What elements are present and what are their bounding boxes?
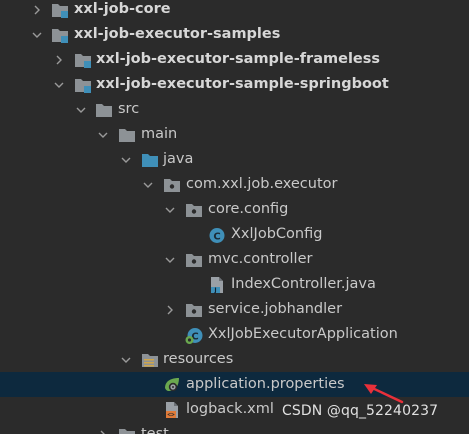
chevron-down-icon[interactable]: [119, 347, 133, 372]
module-folder-icon: [50, 0, 70, 20]
class-icon: C: [207, 225, 227, 245]
folder-icon: [94, 100, 114, 120]
tree-item-sample-frameless[interactable]: xxl-job-executor-sample-frameless: [0, 47, 469, 72]
module-folder-icon: [73, 75, 93, 95]
chevron-right-icon[interactable]: [52, 47, 66, 72]
module-folder-icon: [73, 50, 93, 70]
tree-item-main[interactable]: main: [0, 122, 469, 147]
chevron-down-icon[interactable]: [74, 97, 88, 122]
tree-item-label: java: [163, 151, 194, 167]
package-icon: [184, 300, 204, 320]
chevron-down-icon[interactable]: [119, 147, 133, 172]
tree-item-xxl-job-executor-samples[interactable]: xxl-job-executor-samples: [0, 22, 469, 47]
tree-item-label: service.jobhandler: [208, 301, 343, 317]
tree-item-label: xxl-job-executor-sample-frameless: [96, 51, 381, 67]
chevron-down-icon[interactable]: [163, 247, 177, 272]
package-icon: [184, 250, 204, 270]
tree-item-label: XxlJobExecutorApplication: [208, 326, 398, 342]
chevron-down-icon[interactable]: [52, 72, 66, 97]
module-folder-icon: [50, 25, 70, 45]
tree-item-xxljobexecutorapplication[interactable]: C XxlJobExecutorApplication: [0, 322, 469, 347]
folder-icon: [117, 125, 137, 145]
svg-text:C: C: [213, 232, 220, 243]
chevron-down-icon[interactable]: [141, 172, 155, 197]
tree-item-package-core-config[interactable]: core.config: [0, 197, 469, 222]
watermark: CSDN @qq_52240237: [282, 403, 439, 419]
tree-item-resources[interactable]: resources: [0, 347, 469, 372]
package-icon: [184, 200, 204, 220]
tree-item-label: xxl-job-executor-samples: [74, 26, 281, 42]
source-folder-icon: [140, 150, 160, 170]
tree-item-package-executor[interactable]: com.xxl.job.executor: [0, 172, 469, 197]
tree-item-label: core.config: [208, 201, 289, 217]
tree-item-package-service-jobhandler[interactable]: service.jobhandler: [0, 297, 469, 322]
svg-text:J: J: [213, 287, 216, 294]
spring-boot-class-icon: C: [184, 325, 204, 345]
chevron-down-icon[interactable]: [30, 22, 44, 47]
tree-item-package-mvc-controller[interactable]: mvc.controller: [0, 247, 469, 272]
tree-item-label: src: [118, 101, 140, 117]
tree-item-label: test: [141, 426, 169, 434]
tree-item-xxl-job-core[interactable]: xxl-job-core: [0, 0, 469, 22]
tree-item-label: xxl-job-core: [74, 1, 171, 17]
chevron-right-icon[interactable]: [30, 0, 44, 22]
tree-item-java[interactable]: java: [0, 147, 469, 172]
chevron-right-icon[interactable]: [163, 297, 177, 322]
project-tree: xxl-job-core xxl-job-executor-samples xx…: [0, 0, 469, 434]
chevron-down-icon[interactable]: [163, 197, 177, 222]
tree-item-label: resources: [163, 351, 234, 367]
tree-item-xxljobconfig[interactable]: C XxlJobConfig: [0, 222, 469, 247]
resources-folder-icon: [140, 350, 160, 370]
tree-item-label: XxlJobConfig: [231, 226, 323, 242]
spring-properties-icon: [162, 375, 182, 395]
xml-file-icon: <>: [162, 400, 182, 420]
java-file-icon: J: [207, 275, 227, 295]
tree-item-label: xxl-job-executor-sample-springboot: [96, 76, 389, 92]
chevron-right-icon[interactable]: [96, 422, 110, 434]
folder-icon: [117, 425, 137, 434]
svg-text:<>: <>: [167, 412, 175, 419]
tree-item-label: application.properties: [186, 376, 345, 392]
tree-item-label: IndexController.java: [231, 276, 376, 292]
tree-item-test[interactable]: test: [0, 422, 469, 434]
tree-item-src[interactable]: src: [0, 97, 469, 122]
tree-item-indexcontroller[interactable]: J IndexController.java: [0, 272, 469, 297]
tree-item-label: com.xxl.job.executor: [186, 176, 338, 192]
chevron-down-icon[interactable]: [96, 122, 110, 147]
tree-item-label: logback.xml: [186, 401, 274, 417]
package-icon: [162, 175, 182, 195]
tree-item-sample-springboot[interactable]: xxl-job-executor-sample-springboot: [0, 72, 469, 97]
tree-item-label: main: [141, 126, 178, 142]
tree-item-label: mvc.controller: [208, 251, 313, 267]
